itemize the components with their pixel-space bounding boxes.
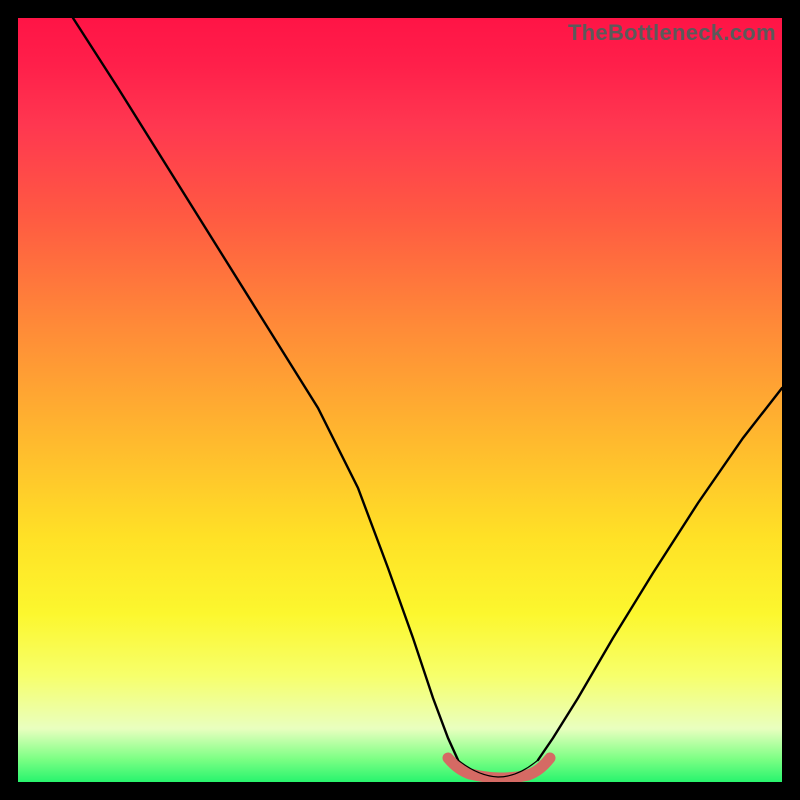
curve-layer [18,18,782,782]
curve-right-limb [538,388,782,760]
chart-frame: TheBottleneck.com [0,0,800,800]
plot-area: TheBottleneck.com [18,18,782,782]
curve-left-limb [73,18,458,760]
optimal-flat-segment [448,758,550,778]
